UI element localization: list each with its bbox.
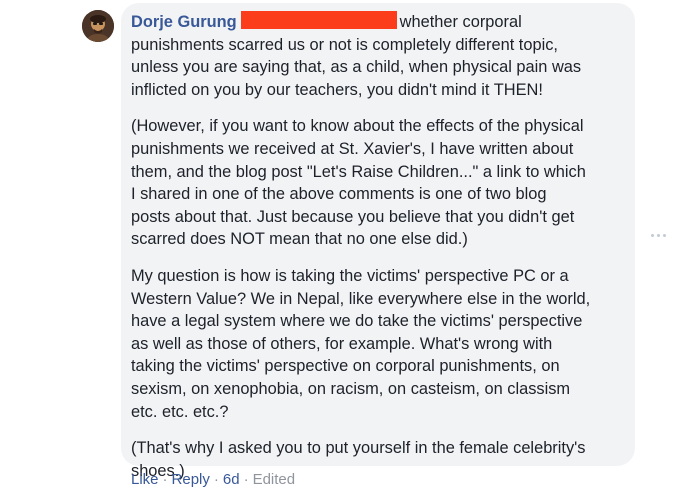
- comment-bubble: Dorje Gurung whether corporal punishments…: [121, 3, 635, 480]
- comment-text-line: punishments scarred us or not is complet…: [131, 35, 558, 54]
- comment-paragraph: (However, if you want to know about the …: [131, 115, 625, 251]
- avatar-image: [82, 10, 114, 42]
- comment-paragraph: Dorje Gurung whether corporal punishments…: [131, 11, 625, 101]
- comment-text-line: scarred does NOT mean that no one else d…: [131, 230, 468, 249]
- comment-actions: Like · Reply · 6d · Edited: [131, 471, 295, 488]
- redacted-name-block: [240, 11, 397, 29]
- comment-text-line: sexism, on xenophobia, on racism, on cas…: [131, 379, 571, 398]
- more-options-icon[interactable]: [651, 230, 669, 240]
- comment-text-line: posts about that. Just because you belie…: [131, 207, 575, 226]
- comment-text-line: My question is how is taking the victims…: [131, 266, 569, 285]
- comment-text-line: whether corporal: [399, 13, 522, 31]
- comment-author-link[interactable]: Dorje Gurung: [131, 13, 237, 31]
- comment-text-line: I shared in one of the above comments is…: [131, 185, 547, 204]
- like-button[interactable]: Like: [131, 471, 159, 488]
- comment-text-line: Western Value? We in Nepal, like everywh…: [131, 289, 591, 308]
- comment-text-line: taking the victims' perspective on corpo…: [131, 357, 560, 376]
- separator: ·: [162, 471, 168, 488]
- comment-text-line: punishments we received at St. Xavier's,…: [131, 139, 574, 158]
- comment-text-line: as well as those of others, for example.…: [131, 334, 553, 353]
- separator: ·: [213, 471, 219, 488]
- comment-text-line: (That's why I asked you to put yourself …: [131, 439, 586, 458]
- comment-text-line: etc. etc. etc.?: [131, 402, 229, 421]
- avatar[interactable]: [82, 10, 114, 42]
- comment-text-line: inflicted on you by our teachers, you di…: [131, 80, 543, 99]
- comment-text-line: unless you are saying that, as a child, …: [131, 58, 582, 77]
- comment-text-line: them, and the blog post "Let's Raise Chi…: [131, 162, 586, 181]
- edited-label[interactable]: Edited: [253, 471, 296, 488]
- timestamp-link[interactable]: 6d: [223, 471, 240, 488]
- comment-text-line: have a legal system where we do take the…: [131, 312, 583, 331]
- reply-button[interactable]: Reply: [172, 471, 210, 488]
- comment-paragraph: My question is how is taking the victims…: [131, 265, 625, 423]
- separator: ·: [243, 471, 249, 488]
- comment-text-line: (However, if you want to know about the …: [131, 117, 584, 136]
